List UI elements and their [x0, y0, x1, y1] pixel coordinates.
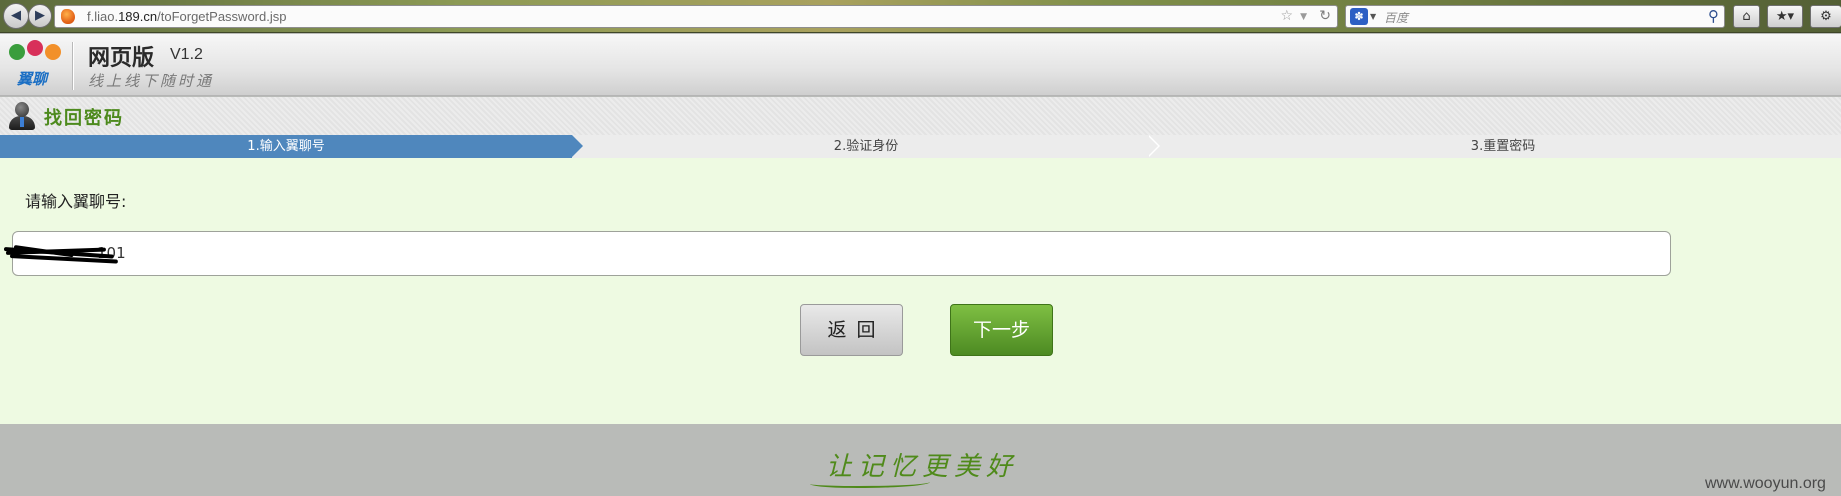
- address-bar[interactable]: f.liao.189.cn/toForgetPassword.jsp ☆ ▼ ↻: [54, 5, 1338, 28]
- browser-toolbar: ◀ ▶ f.liao.189.cn/toForgetPassword.jsp ☆…: [0, 0, 1841, 33]
- back-button[interactable]: 返回: [800, 304, 903, 356]
- search-placeholder: 百度: [1384, 11, 1409, 25]
- bookmark-star-icon[interactable]: ☆: [1280, 8, 1293, 24]
- reload-icon[interactable]: ↻: [1319, 8, 1331, 24]
- search-magnifier-icon[interactable]: ⚲: [1708, 7, 1719, 25]
- step-indicator: 1.输入翼聊号 2.验证身份 3.重置密码: [0, 135, 1841, 158]
- bookmarks-menu-icon[interactable]: ★▾: [1767, 5, 1803, 28]
- site-header: 翼聊 网页版 V1.2 线上线下随时通: [0, 34, 1841, 96]
- logo-figure-orange: [45, 44, 61, 60]
- id-field-label: 请输入翼聊号:: [25, 192, 127, 211]
- header-divider: [72, 42, 73, 90]
- watermark: www.wooyun.org: [1705, 475, 1826, 492]
- search-engine-paw-icon[interactable]: ✽: [1350, 8, 1368, 25]
- footer: 让记忆更美好 www.wooyun.org: [0, 424, 1841, 496]
- logo-text: 翼聊: [17, 70, 48, 88]
- site-favicon-icon: [61, 9, 75, 24]
- step-2-verify-identity: 2.验证身份: [833, 139, 899, 154]
- back-arrow-icon[interactable]: ◀: [3, 3, 29, 29]
- next-step-button[interactable]: 下一步: [950, 304, 1053, 356]
- step-arrow: [572, 135, 583, 157]
- yiliao-id-input[interactable]: 101: [12, 231, 1671, 276]
- forget-password-form: 请输入翼聊号: 101 返回 下一步: [0, 158, 1841, 424]
- forward-arrow-icon[interactable]: ▶: [28, 4, 52, 28]
- tools-menu-icon[interactable]: ⚙: [1810, 5, 1841, 28]
- header-slogan: 线上线下随时通: [88, 72, 215, 90]
- home-icon[interactable]: ⌂: [1733, 5, 1760, 28]
- search-engine-dropdown-icon[interactable]: ▼: [1370, 12, 1376, 21]
- yiliao-logo[interactable]: 翼聊: [7, 40, 65, 92]
- header-version: V1.2: [170, 46, 203, 63]
- logo-figure-red: [27, 40, 43, 56]
- history-dropdown-icon[interactable]: ▼: [1300, 12, 1307, 22]
- section-title-bar: 找回密码: [0, 97, 1841, 135]
- step-1-enter-id: 1.输入翼聊号: [0, 135, 572, 158]
- footer-swoosh: [810, 478, 930, 488]
- search-box[interactable]: ✽ ▼ 百度 ⚲: [1345, 5, 1725, 28]
- step-separator-inner: [1147, 135, 1158, 157]
- page-title: 找回密码: [44, 108, 124, 129]
- step-3-reset-password: 3.重置密码: [1470, 139, 1536, 154]
- redaction-scribble: [3, 241, 120, 265]
- header-title: 网页版: [88, 46, 155, 71]
- url-text: f.liao.189.cn/toForgetPassword.jsp: [87, 9, 287, 24]
- logo-figure-green: [9, 44, 25, 60]
- user-icon: [7, 101, 37, 131]
